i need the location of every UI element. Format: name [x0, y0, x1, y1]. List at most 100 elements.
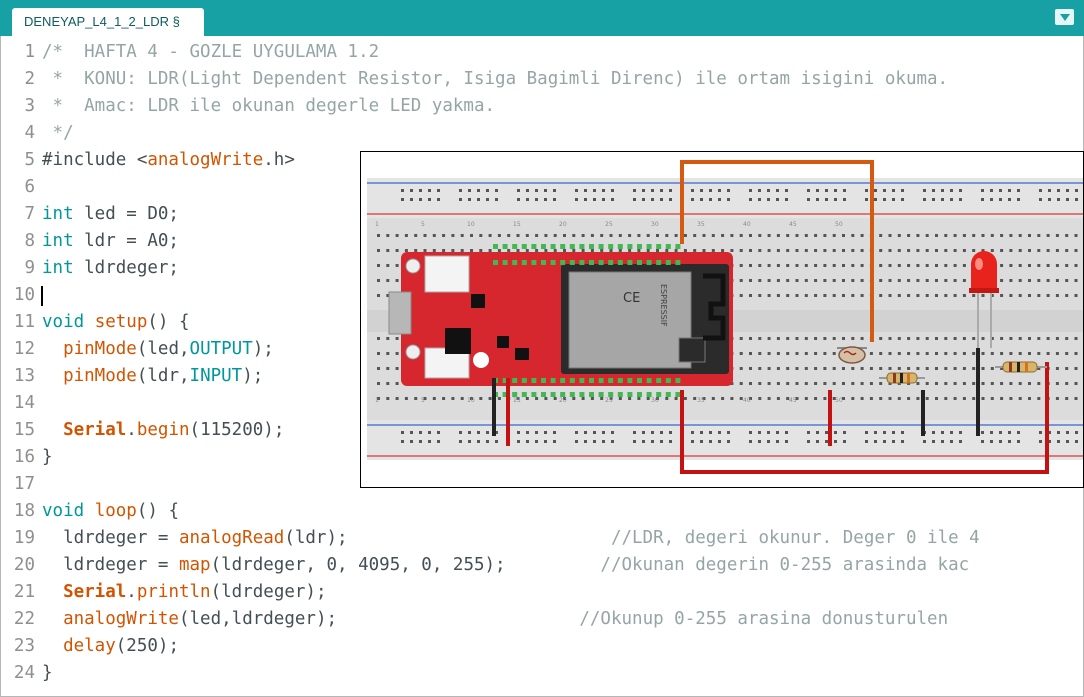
code-token: ldr = A0; — [73, 231, 179, 251]
header-pin — [589, 244, 594, 249]
code-text: int ldr = A0; — [42, 228, 179, 255]
header-pin — [579, 260, 585, 265]
header-pin — [656, 244, 662, 249]
header-pin — [560, 260, 566, 265]
header-pin — [598, 392, 604, 397]
header-pin — [512, 244, 518, 249]
header-pin — [493, 244, 498, 249]
header-pin — [531, 378, 537, 383]
code-token: (led,ldrdeger); — [178, 609, 580, 629]
header-pin — [579, 244, 585, 249]
code-text: int led = D0; — [42, 201, 179, 228]
header-pin — [550, 378, 556, 383]
header-pin — [646, 260, 652, 265]
code-line[interactable]: 21 Serial.println(ldrdeger); — [1, 579, 1083, 606]
code-token: ldrdeger; — [73, 258, 179, 278]
code-text: Serial.println(ldrdeger); — [42, 579, 326, 606]
header-pin — [541, 260, 546, 265]
column-number: 45 — [789, 397, 797, 404]
header-pin — [512, 260, 518, 265]
code-token: (ldr, — [136, 366, 190, 386]
code-token: Serial — [63, 582, 127, 602]
code-line[interactable]: 3 * Amac: LDR ile okunan degerle LED yak… — [1, 93, 1083, 120]
code-token: setup — [94, 312, 148, 332]
column-number: 10 — [467, 397, 475, 404]
code-token: int — [42, 204, 74, 224]
code-line[interactable]: 20 ldrdeger = map(ldrdeger, 0, 4095, 0, … — [1, 552, 1083, 579]
header-pin — [589, 392, 594, 397]
header-pin — [589, 260, 594, 265]
column-number: 20 — [559, 221, 567, 228]
line-number: 18 — [13, 501, 35, 521]
header-pin — [608, 378, 614, 383]
header-pin — [627, 244, 633, 249]
code-text: #include <analogWrite.h> — [42, 147, 295, 174]
column-number: 25 — [605, 397, 613, 404]
header-pin — [637, 244, 642, 249]
header-pin — [617, 244, 623, 249]
code-token: //LDR, degeri okunur. Deger 0 ile 4 — [610, 528, 980, 548]
header-pin — [627, 378, 633, 383]
header-pin — [550, 392, 556, 397]
code-text: * KONU: LDR(Light Dependent Resistor, Is… — [42, 66, 949, 93]
header-pin — [637, 392, 642, 397]
column-number: 5 — [421, 397, 425, 404]
line-number: 22 — [13, 609, 35, 629]
code-token: begin — [136, 420, 190, 440]
column-number: 5 — [421, 221, 425, 228]
column-number: 35 — [697, 397, 705, 404]
code-line[interactable]: 1 /* HAFTA 4 - GOZLE UYGULAMA 1.2 — [1, 39, 1083, 66]
tab-menu-dropdown-icon[interactable] — [1055, 9, 1074, 25]
header-pin — [531, 244, 537, 249]
tab-bar: DENEYAP_L4_1_2_LDR § — [0, 0, 1084, 36]
line-number: 2 — [24, 69, 35, 89]
sketch-tab[interactable]: DENEYAP_L4_1_2_LDR § — [12, 8, 204, 36]
line-number: 6 — [24, 177, 35, 197]
code-text: ldrdeger = analogRead(ldr); //LDR, deger… — [42, 525, 980, 552]
line-number: 12 — [13, 339, 35, 359]
code-token: delay — [63, 636, 116, 656]
code-line[interactable]: 22 analogWrite(led,ldrdeger); //Okunup 0… — [1, 606, 1083, 633]
code-token: } — [42, 447, 53, 467]
header-pin — [675, 378, 681, 383]
header-pin — [665, 260, 671, 265]
column-number: 15 — [513, 221, 521, 228]
header-pin — [637, 260, 642, 265]
code-token: int — [42, 231, 74, 251]
column-number: 1 — [375, 397, 379, 404]
code-line[interactable]: 24} — [1, 660, 1083, 687]
header-pin — [502, 260, 508, 265]
line-number: 1 — [24, 42, 35, 62]
header-pin — [521, 392, 527, 397]
header-pin — [637, 378, 642, 383]
header-pin — [608, 260, 614, 265]
code-token: () { — [147, 312, 190, 332]
code-line[interactable]: 19 ldrdeger = analogRead(ldr); //LDR, de… — [1, 525, 1083, 552]
header-pin — [541, 244, 546, 249]
code-token: OUTPUT — [189, 339, 253, 359]
code-line[interactable]: 2 * KONU: LDR(Light Dependent Resistor, … — [1, 66, 1083, 93]
header-pin — [493, 260, 498, 265]
code-text: } — [42, 444, 53, 471]
code-token: analogWrite — [147, 150, 264, 170]
column-number: 25 — [605, 221, 613, 228]
code-token: map — [178, 555, 211, 575]
column-number: 10 — [467, 221, 475, 228]
header-pin — [550, 244, 556, 249]
code-line[interactable]: 4 */ — [1, 120, 1083, 147]
header-pin — [656, 392, 662, 397]
code-line[interactable]: 23 delay(250); — [1, 633, 1083, 660]
line-number: 16 — [13, 447, 35, 467]
line-number: 3 — [24, 96, 35, 116]
code-text: pinMode(led,OUTPUT); — [42, 336, 274, 363]
code-token: INPUT — [189, 366, 243, 386]
code-token: /* HAFTA 4 - GOZLE UYGULAMA 1.2 — [42, 42, 380, 62]
code-token: void — [42, 312, 85, 332]
code-token: ); — [252, 339, 274, 359]
code-line[interactable]: 18 void loop() { — [1, 498, 1083, 525]
header-pin — [675, 244, 681, 249]
code-token: println — [136, 582, 211, 602]
line-number: 10 — [13, 285, 35, 305]
